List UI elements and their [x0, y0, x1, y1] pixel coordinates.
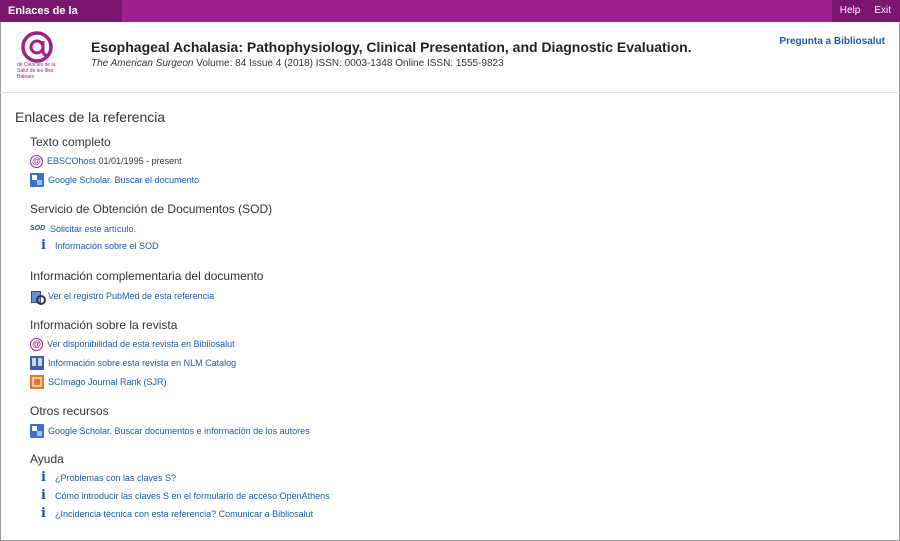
link-problemas-claves[interactable]: ¿Problemas con las claves S?	[55, 473, 176, 483]
link-openathens[interactable]: Cómo introducir las claves S en el formu…	[55, 491, 330, 501]
info-icon: i	[41, 506, 46, 521]
link-row-claves-s: i ¿Problemas con las claves S?	[30, 471, 176, 485]
ask-bibliosalut-link[interactable]: Pregunta a Bibliosalut	[779, 36, 885, 47]
section-title-info-complementaria: Información complementaria del documento	[30, 269, 264, 283]
link-google-scholar-doc[interactable]: Google Scholar. Buscar el documento	[48, 175, 199, 185]
link-google-scholar-autores[interactable]: Google Scholar. Buscar documentos e info…	[48, 426, 310, 436]
link-incidencia-tecnica[interactable]: ¿Incidencia técnica con esta referencia?…	[55, 509, 313, 519]
link-row-solicitar: SOD Solicitar este artículo.	[30, 222, 136, 236]
logo-caption: de Ciències de la Salut de les Illes Bal…	[17, 62, 56, 80]
info-icon: i	[41, 470, 46, 485]
exit-button[interactable]: Exit	[868, 0, 900, 22]
sod-icon: SOD	[30, 225, 46, 232]
bibliosalut-icon: @	[30, 154, 43, 168]
link-pubmed[interactable]: Ver el registro PubMed de esta referenci…	[48, 291, 214, 301]
top-bar-actions: Help Exit	[831, 0, 900, 22]
reference-header: de Ciències de la Salut de les Illes Bal…	[0, 22, 900, 93]
link-disponibilidad[interactable]: Ver disponibilidad de esta revista en Bi…	[47, 339, 235, 349]
help-button[interactable]: Help	[831, 0, 869, 22]
pubmed-icon	[30, 289, 46, 305]
article-title: Esophageal Achalasia: Pathophysiology, C…	[91, 39, 692, 55]
link-row-google-scholar-autores: Google Scholar. Buscar documentos e info…	[30, 424, 310, 438]
tab-enlaces[interactable]: Enlaces de la referencia	[0, 0, 122, 39]
link-row-info-sod: i Información sobre el SOD	[30, 239, 159, 253]
link-nlm-catalog[interactable]: Información sobre esta revista en NLM Ca…	[48, 358, 236, 368]
link-sjr[interactable]: SCImago Journal Rank (SJR)	[48, 377, 167, 387]
link-row-disponibilidad: @ Ver disponibilidad de esta revista en …	[30, 337, 235, 351]
link-row-sjr: SCImago Journal Rank (SJR)	[30, 375, 167, 389]
journal-name: The American Surgeon	[91, 58, 194, 69]
link-row-openathens: i Cómo introducir las claves S en el for…	[30, 489, 330, 503]
citation-details: The American Surgeon Volume: 84 Issue 4 …	[91, 58, 504, 69]
section-title-sod: Servicio de Obtención de Documentos (SOD…	[30, 202, 273, 216]
link-solicitar-articulo[interactable]: Solicitar este artículo.	[50, 224, 136, 234]
info-icon: i	[41, 488, 46, 503]
top-bar: Enlaces de la referencia Help Exit	[0, 0, 900, 39]
scimago-icon	[30, 375, 44, 389]
link-row-incidencia: i ¿Incidencia técnica con esta referenci…	[30, 507, 313, 521]
section-title-texto-completo: Texto completo	[30, 135, 111, 149]
info-icon: i	[41, 238, 46, 253]
google-scholar-icon	[30, 173, 44, 187]
link-row-ebscohost: @ EBSCOhost 01/01/1995 - present	[30, 154, 182, 168]
link-ebscohost[interactable]: EBSCOhost	[47, 156, 96, 166]
link-row-google-scholar-doc: Google Scholar. Buscar el documento	[30, 173, 199, 187]
page-title: Enlaces de la referencia	[15, 109, 166, 125]
link-info-sod[interactable]: Información sobre el SOD	[55, 241, 159, 251]
journal-details: Volume: 84 Issue 4 (2018) ISSN: 0003-134…	[193, 58, 504, 69]
section-title-ayuda: Ayuda	[30, 452, 64, 466]
nlm-icon	[30, 356, 44, 370]
section-title-otros-recursos: Otros recursos	[30, 404, 109, 418]
link-row-nlm: Información sobre esta revista en NLM Ca…	[30, 356, 236, 370]
link-row-pubmed: Ver el registro PubMed de esta referenci…	[30, 289, 214, 305]
google-scholar-icon	[30, 424, 44, 438]
section-title-revista: Información sobre la revista	[30, 318, 178, 332]
bibliosalut-icon: @	[30, 337, 43, 351]
coverage-dates: 01/01/1995 - present	[98, 156, 182, 166]
